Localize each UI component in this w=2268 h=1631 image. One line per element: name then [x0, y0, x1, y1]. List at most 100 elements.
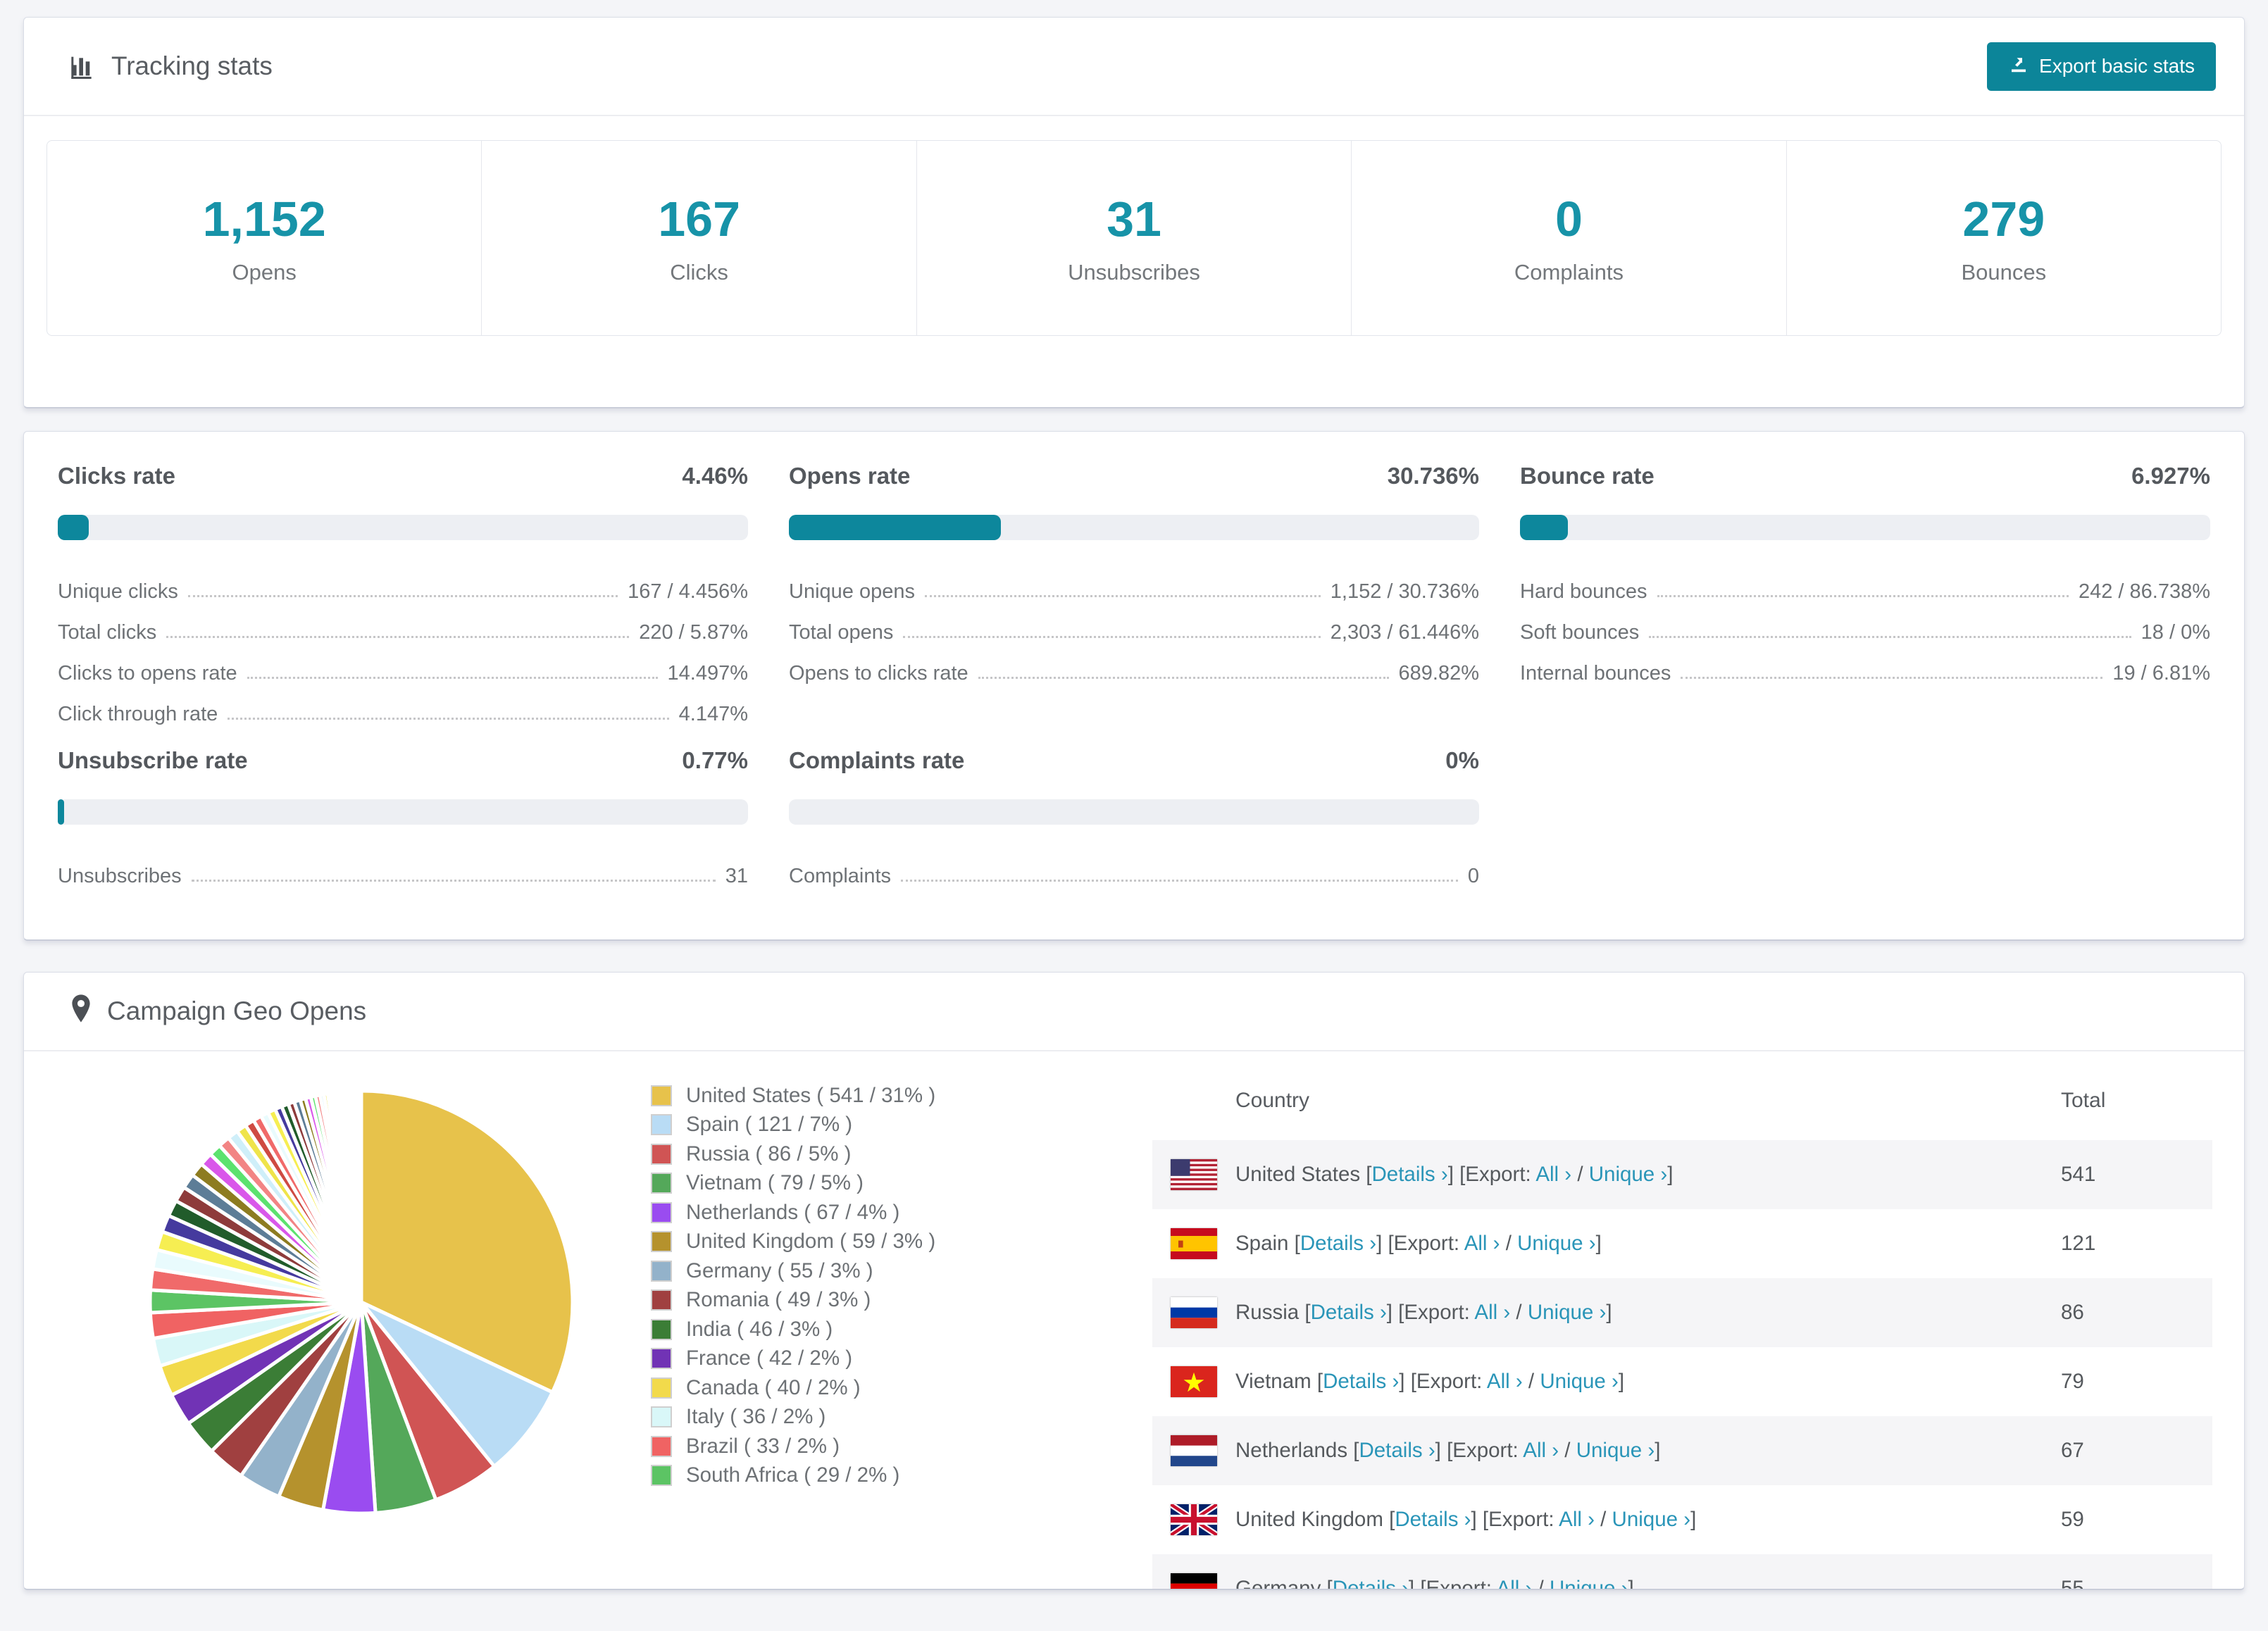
rate-row-label: Complaints: [789, 865, 892, 887]
export-basic-stats-button[interactable]: Export basic stats: [1987, 42, 2216, 91]
export-all-link[interactable]: All ›: [1464, 1232, 1500, 1255]
legend-swatch: [651, 1348, 672, 1370]
export-all-link[interactable]: All ›: [1523, 1439, 1559, 1462]
legend-label: Germany ( 55 / 3% ): [686, 1258, 873, 1282]
rate-row-label: Unique opens: [789, 580, 915, 603]
legend-item-india[interactable]: India ( 46 / 3% ): [651, 1315, 935, 1344]
summary-stats-row: 1,152 Opens 167 Clicks 31 Unsubscribes 0 Compla…: [46, 140, 2222, 336]
rate-row-value: 14.497%: [667, 662, 749, 685]
export-unique-link[interactable]: Unique ›: [1576, 1439, 1655, 1462]
legend-label: Italy ( 36 / 2% ): [686, 1405, 826, 1429]
stat-label: Bounces: [1961, 260, 2047, 285]
country-links: Germany [Details ›] [Export: All › / Uni…: [1235, 1577, 1634, 1589]
export-all-link[interactable]: All ›: [1487, 1370, 1523, 1393]
rate-title: Opens rate: [789, 463, 911, 489]
legend-item-brazil[interactable]: Brazil ( 33 / 2% ): [651, 1432, 935, 1461]
legend-item-france[interactable]: France ( 42 / 2% ): [651, 1344, 935, 1374]
map-pin-icon: [69, 994, 93, 1030]
legend-swatch: [651, 1289, 672, 1311]
rate-row-label: Hard bounces: [1520, 580, 1647, 603]
legend-item-canada[interactable]: Canada ( 40 / 2% ): [651, 1373, 935, 1403]
rate-percent: 6.927%: [2131, 463, 2210, 489]
rate-row-value: 18 / 0%: [2141, 621, 2210, 644]
export-all-link[interactable]: All ›: [1535, 1163, 1571, 1186]
geo-table-row-vn: Vietnam [Details ›] [Export: All › / Uni…: [1152, 1347, 2212, 1416]
stat-value: 31: [1107, 192, 1161, 246]
dotted-leader: [903, 636, 1321, 638]
legend-item-netherlands[interactable]: Netherlands ( 67 / 4% ): [651, 1198, 935, 1227]
summary-stat-complaints: 0 Complaints: [1352, 141, 1787, 335]
legend-item-italy[interactable]: Italy ( 36 / 2% ): [651, 1403, 935, 1432]
rate-row-label: Clicks to opens rate: [58, 662, 237, 685]
details-link[interactable]: Details ›: [1359, 1439, 1435, 1462]
rate-section-opens-rate: Opens rate 30.736% Unique opens 1,152 / 30.…: [789, 435, 1479, 719]
rate-row: Opens to clicks rate 689.82%: [789, 644, 1479, 685]
country-name: United States: [1235, 1163, 1366, 1186]
rate-row: Unsubscribes 31: [58, 847, 748, 888]
country-links: Vietnam [Details ›] [Export: All › / Uni…: [1235, 1370, 1624, 1394]
rate-row-label: Total opens: [789, 621, 894, 644]
details-link[interactable]: Details ›: [1311, 1301, 1387, 1324]
rate-row-label: Opens to clicks rate: [789, 662, 968, 685]
bracket: ]: [1690, 1508, 1697, 1531]
bracket: ] [: [1435, 1439, 1453, 1462]
details-link[interactable]: Details ›: [1300, 1232, 1376, 1255]
legend-item-romania[interactable]: Romania ( 49 / 3% ): [651, 1286, 935, 1316]
rate-row: Total clicks 220 / 5.87%: [58, 604, 748, 644]
summary-stat-bounces: 279 Bounces: [1787, 141, 2221, 335]
country-cell: Vietnam [Details ›] [Export: All › / Uni…: [1152, 1366, 2061, 1397]
rate-section-unsubscribe-rate: Unsubscribe rate 0.77% Unsubscribes 31: [58, 719, 748, 888]
bracket: [: [1294, 1232, 1300, 1255]
total-cell: 541: [2061, 1163, 2096, 1186]
legend-item-russia[interactable]: Russia ( 86 / 5% ): [651, 1139, 935, 1169]
legend-item-vietnam[interactable]: Vietnam ( 79 / 5% ): [651, 1169, 935, 1199]
legend-swatch: [651, 1201, 672, 1223]
legend-swatch: [651, 1377, 672, 1399]
details-link[interactable]: Details ›: [1395, 1508, 1471, 1531]
country-links: Spain [Details ›] [Export: All › / Uniqu…: [1235, 1232, 1602, 1256]
export-all-link[interactable]: All ›: [1559, 1508, 1595, 1531]
dotted-leader: [1681, 677, 2103, 679]
details-link[interactable]: Details ›: [1323, 1370, 1399, 1393]
country-links: United States [Details ›] [Export: All ›…: [1235, 1163, 1673, 1187]
export-unique-link[interactable]: Unique ›: [1540, 1370, 1619, 1393]
details-link[interactable]: Details ›: [1333, 1577, 1409, 1589]
page-title: Tracking stats: [111, 51, 273, 80]
pie-legend: United States ( 541 / 31% ) Spain ( 121 /…: [651, 1081, 935, 1490]
bracket: ]: [1618, 1370, 1625, 1393]
export-unique-link[interactable]: Unique ›: [1528, 1301, 1607, 1324]
export-all-link[interactable]: All ›: [1497, 1577, 1533, 1589]
export-all-link[interactable]: All ›: [1474, 1301, 1510, 1324]
country-name: Spain: [1235, 1232, 1295, 1255]
legend-label: Brazil ( 33 / 2% ): [686, 1434, 840, 1458]
legend-label: Spain ( 121 / 7% ): [686, 1113, 853, 1137]
flag-icon-nl: [1171, 1435, 1217, 1466]
rate-progress-bar: [58, 799, 748, 825]
legend-item-south-africa[interactable]: South Africa ( 29 / 2% ): [651, 1461, 935, 1491]
export-unique-link[interactable]: Unique ›: [1517, 1232, 1596, 1255]
country-links: Russia [Details ›] [Export: All › / Uniq…: [1235, 1301, 1612, 1325]
rate-section-complaints-rate: Complaints rate 0% Complaints 0: [789, 719, 1479, 888]
rate-header: Complaints rate 0%: [789, 747, 1479, 774]
flag-icon-gb: [1171, 1504, 1217, 1535]
rate-percent: 30.736%: [1387, 463, 1479, 489]
legend-item-united-kingdom[interactable]: United Kingdom ( 59 / 3% ): [651, 1227, 935, 1257]
rate-progress-fill: [1520, 515, 1568, 540]
total-cell: 79: [2061, 1370, 2084, 1393]
export-unique-link[interactable]: Unique ›: [1589, 1163, 1668, 1186]
bracket: [: [1304, 1301, 1311, 1324]
rate-rows: Hard bounces 242 / 86.738% Soft bounces 18 …: [1520, 563, 2210, 685]
slash: /: [1510, 1301, 1528, 1324]
export-unique-link[interactable]: Unique ›: [1550, 1577, 1628, 1589]
legend-item-spain[interactable]: Spain ( 121 / 7% ): [651, 1111, 935, 1140]
legend-item-united-states[interactable]: United States ( 541 / 31% ): [651, 1081, 935, 1111]
rate-title: Unsubscribe rate: [58, 747, 248, 773]
tracking-stats-title: Tracking stats: [69, 51, 273, 81]
legend-swatch: [651, 1260, 672, 1282]
legend-item-germany[interactable]: Germany ( 55 / 3% ): [651, 1256, 935, 1286]
column-header-country: Country: [1235, 1089, 1310, 1112]
export-unique-link[interactable]: Unique ›: [1612, 1508, 1691, 1531]
rate-percent: 4.46%: [682, 463, 748, 489]
details-link[interactable]: Details ›: [1372, 1163, 1448, 1186]
legend-swatch: [651, 1143, 672, 1165]
